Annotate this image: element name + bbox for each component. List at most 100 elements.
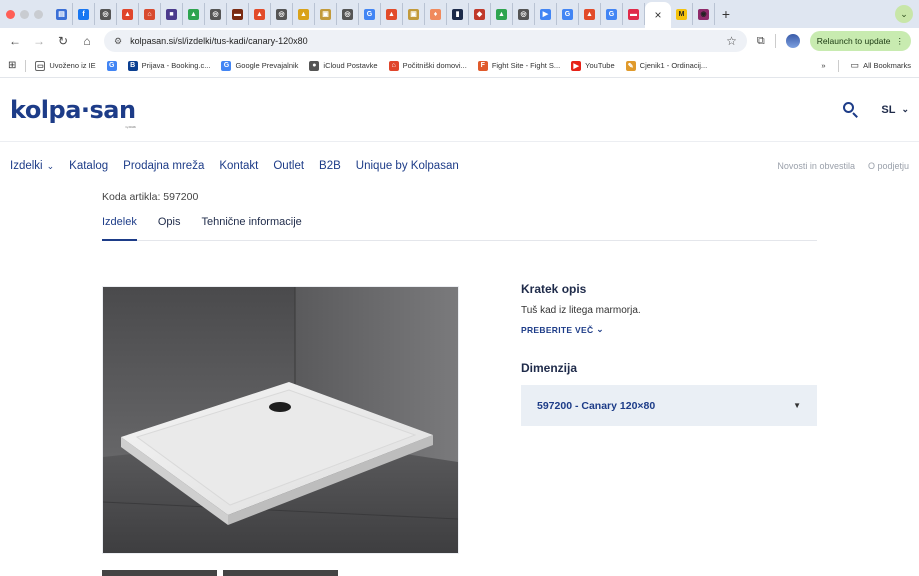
- nav-item-about[interactable]: O podjetju: [868, 161, 909, 171]
- bookmarks-bar: ⊞ ▭ Uvoženo iz IE G B Prijava - Booking.c...…: [0, 54, 919, 78]
- nav-item-products[interactable]: Izdelki ⌄: [10, 160, 54, 172]
- browser-tab[interactable]: f: [73, 3, 95, 25]
- browser-tab[interactable]: ◎: [513, 3, 535, 25]
- bookmark-label: iCloud Postavke: [323, 61, 378, 70]
- nav-item-b2b[interactable]: B2B: [319, 160, 341, 172]
- bookmark-item[interactable]: G Google Prevajalnik: [221, 60, 298, 71]
- thumbnail[interactable]: [102, 570, 217, 576]
- product-image-gallery[interactable]: [102, 286, 459, 554]
- read-more-link[interactable]: PREBERITE VEČ ⌄: [521, 324, 817, 335]
- product-photo[interactable]: [103, 287, 458, 553]
- calendar-icon: ▣: [320, 8, 331, 20]
- browser-tab[interactable]: ▲: [249, 3, 271, 25]
- bookmark-item[interactable]: G: [106, 60, 117, 71]
- browser-tab[interactable]: ♦: [425, 3, 447, 25]
- browser-tab[interactable]: ◆: [469, 3, 491, 25]
- minimize-window-button[interactable]: [20, 9, 29, 19]
- product-info: Kratek opis Tuš kad iz litega marmorja. …: [521, 282, 817, 426]
- nav-item-outlet[interactable]: Outlet: [273, 160, 304, 172]
- browser-tab[interactable]: ▬: [227, 3, 249, 25]
- browser-tab[interactable]: ▲: [579, 3, 601, 25]
- browser-tab[interactable]: ▣: [403, 3, 425, 25]
- reload-button[interactable]: ↻: [56, 34, 70, 48]
- active-tab-close-icon[interactable]: ×: [645, 2, 671, 28]
- search-icon[interactable]: [843, 101, 859, 118]
- browser-tab[interactable]: ▤: [51, 3, 73, 25]
- tab-product[interactable]: Izdelek: [102, 216, 137, 241]
- browser-tab[interactable]: ◉: [693, 3, 715, 25]
- diamond-icon: ◆: [474, 8, 485, 20]
- browser-tab[interactable]: ▲: [381, 3, 403, 25]
- bookmark-label: YouTube: [585, 61, 615, 70]
- nav-item-contact[interactable]: Kontakt: [219, 160, 258, 172]
- language-selector[interactable]: SL ⌄: [881, 104, 909, 116]
- browser-tab[interactable]: ▬: [623, 3, 645, 25]
- new-tab-button[interactable]: +: [715, 6, 737, 22]
- bookmark-item[interactable]: ⌂ Počitniški domovi...: [388, 60, 467, 71]
- kolpasan-logo[interactable]: kolpa·san by KOLPA: [10, 96, 136, 129]
- bookmark-list: ▭ Uvoženo iz IE G B Prijava - Booking.c... G G…: [35, 60, 708, 71]
- browser-tab[interactable]: G: [601, 3, 623, 25]
- bookmarks-overflow-button[interactable]: »: [821, 61, 825, 70]
- browser-tab[interactable]: ▮: [447, 3, 469, 25]
- browser-tab[interactable]: ▶: [535, 3, 557, 25]
- browser-tab[interactable]: ◎: [95, 3, 117, 25]
- browser-tab[interactable]: ▲: [293, 3, 315, 25]
- globe-icon: ◎: [518, 8, 529, 20]
- browser-tab[interactable]: ▲: [491, 3, 513, 25]
- browser-tab[interactable]: ◎: [205, 3, 227, 25]
- nav-item-catalog[interactable]: Katalog: [69, 160, 108, 172]
- home-button[interactable]: ⌂: [80, 34, 94, 48]
- browser-tab[interactable]: M: [671, 3, 693, 25]
- bookmark-item[interactable]: ✎ Cjenik1 - Ordinacij...: [625, 60, 708, 71]
- browser-tab[interactable]: ▣: [315, 3, 337, 25]
- close-window-button[interactable]: [6, 9, 15, 19]
- drive-icon: ▲: [496, 8, 507, 20]
- google-icon: G: [562, 8, 573, 20]
- chevron-down-icon: ⌄: [46, 160, 55, 171]
- tab-search-button[interactable]: ⌄: [895, 5, 913, 23]
- fire-icon: ▲: [584, 8, 595, 20]
- bookmark-label: Uvoženo iz IE: [49, 61, 96, 70]
- profile-avatar[interactable]: [785, 34, 800, 48]
- dimension-select[interactable]: 597200 - Canary 120×80 ▼: [521, 385, 817, 426]
- browser-tab[interactable]: ■: [161, 3, 183, 25]
- pixel-icon: ■: [166, 8, 177, 20]
- bookmark-item[interactable]: F Fight Site - Fight S...: [477, 60, 560, 71]
- bookmark-item[interactable]: ● iCloud Postavke: [309, 60, 378, 71]
- bookmark-item[interactable]: B Prijava - Booking.c...: [127, 60, 210, 71]
- bookmark-star-icon[interactable]: ☆: [726, 34, 737, 48]
- browser-tab[interactable]: ▲: [117, 3, 139, 25]
- bookmark-label: Cjenik1 - Ordinacij...: [639, 61, 708, 70]
- maximize-window-button[interactable]: [34, 9, 43, 19]
- nav-item-news[interactable]: Novosti in obvestila: [777, 161, 855, 171]
- thumbnail[interactable]: [223, 570, 338, 576]
- bookmark-item[interactable]: ▭ Uvoženo iz IE: [35, 60, 96, 71]
- address-url[interactable]: kolpasan.si/sl/izdelki/tus-kadi/canary-1…: [130, 36, 726, 46]
- forward-button[interactable]: →: [32, 34, 46, 48]
- extensions-icon[interactable]: ⧉: [757, 35, 765, 48]
- caret-down-icon: ▼: [793, 401, 801, 410]
- back-button[interactable]: ←: [8, 34, 22, 48]
- nav-item-sales-network[interactable]: Prodajna mreža: [123, 160, 204, 172]
- tab-list: ▤ f ◎ ▲ ⌂ ■ ▲ ◎ ▬ ▲ ◎ ▲ ▣ ◎ G ▲ ▣ ♦ ▮ ◆ ▲ ◎ ▶ G ▲ G ▬ × M ◉ +: [51, 0, 737, 28]
- tab-technical-info[interactable]: Tehnične informacije: [201, 216, 301, 241]
- address-bar[interactable]: ⚙ kolpasan.si/sl/izdelki/tus-kadi/canary…: [104, 30, 747, 52]
- browser-tab[interactable]: ⌂: [139, 3, 161, 25]
- globe-icon: ◎: [342, 8, 353, 20]
- browser-tab[interactable]: ◎: [337, 3, 359, 25]
- all-bookmarks-button[interactable]: ▭ All Bookmarks: [851, 60, 911, 71]
- relaunch-button[interactable]: Relaunch to update ⋮: [809, 31, 911, 51]
- bookmark-item[interactable]: ▶ YouTube: [571, 60, 615, 71]
- tab-description[interactable]: Opis: [158, 216, 181, 241]
- nav-item-unique[interactable]: Unique by Kolpasan: [356, 160, 459, 172]
- browser-tab[interactable]: G: [557, 3, 579, 25]
- apps-grid-icon[interactable]: ⊞: [8, 60, 16, 71]
- browser-tab[interactable]: ▲: [183, 3, 205, 25]
- relaunch-label: Relaunch to update: [816, 36, 891, 46]
- browser-tab[interactable]: G: [359, 3, 381, 25]
- house-icon: ⌂: [388, 60, 399, 71]
- site-info-icon[interactable]: ⚙: [114, 36, 122, 47]
- globe-icon: ◎: [276, 8, 287, 20]
- browser-tab[interactable]: ◎: [271, 3, 293, 25]
